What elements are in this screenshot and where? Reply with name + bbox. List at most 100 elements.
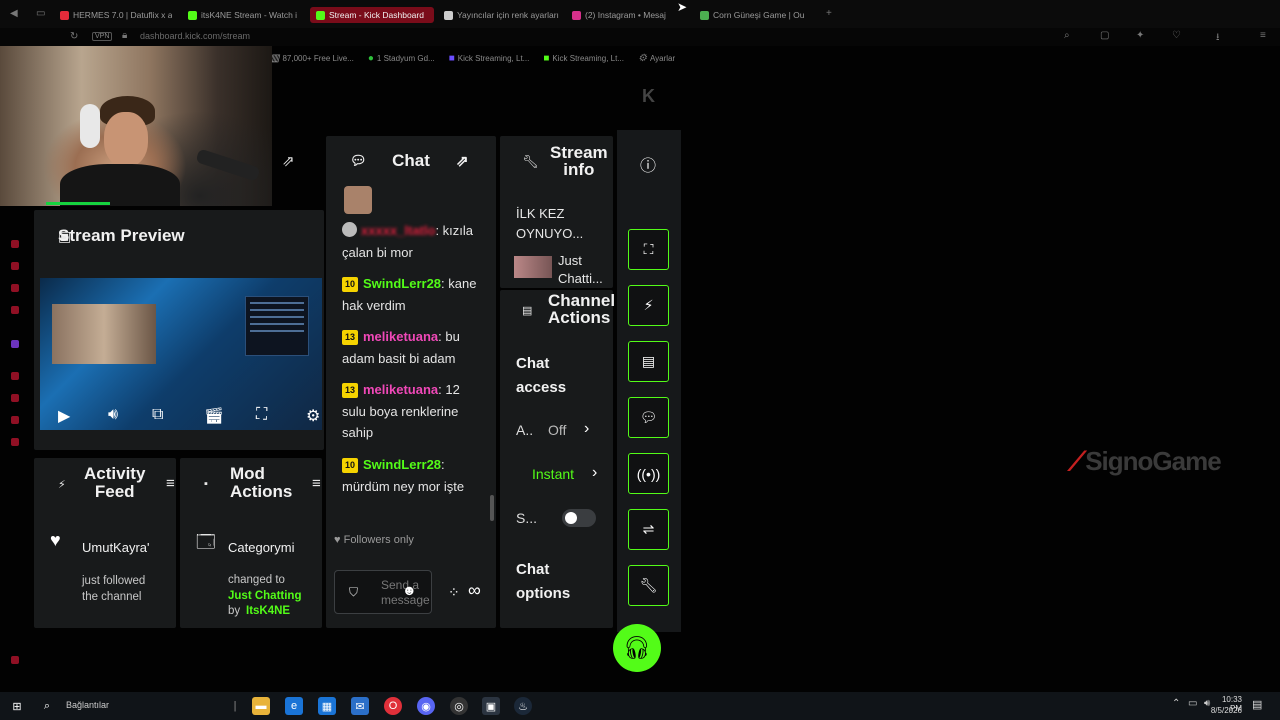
bookmark-item[interactable]: ■ Kick Streaming, Lt...	[449, 50, 530, 66]
browser-sidebar	[0, 200, 30, 680]
mail-icon[interactable]: ✉	[351, 697, 369, 715]
store-icon[interactable]: ▦	[318, 697, 336, 715]
chat-emote	[344, 186, 372, 214]
tab-color-settings[interactable]: Yayıncılar için renk ayarları	[444, 7, 562, 23]
chevron-right-icon[interactable]: ›	[584, 420, 589, 438]
taskbar-search-text[interactable]: Bağlantılar	[66, 700, 109, 710]
screenshot-action-button[interactable]: ⛶	[628, 229, 669, 270]
bookmark-item[interactable]: ● 1 Stadyum Gd...	[368, 50, 435, 66]
title-line: Activity	[84, 464, 146, 483]
chat-username[interactable]: meliketuana	[363, 329, 438, 344]
bookmark-item[interactable]: ⚙ Ayarlar	[638, 50, 675, 66]
user-points-icon[interactable]: ⁘	[448, 584, 460, 601]
opera-icon[interactable]: O	[384, 697, 402, 715]
app-icon[interactable]: ▣	[482, 697, 500, 715]
popout-icon[interactable]: ⇗	[282, 152, 295, 170]
steam-icon[interactable]: ♨	[514, 697, 532, 715]
watermark: ⟋SignoGame	[1068, 446, 1222, 478]
obs-icon[interactable]: ◎	[450, 697, 468, 715]
sidebar-app-icon[interactable]	[11, 262, 19, 270]
notes-action-button[interactable]: ▤	[628, 341, 669, 382]
windows-start-icon[interactable]: ⊞	[8, 697, 26, 715]
notifications-icon[interactable]: ▤	[1252, 698, 1262, 711]
channel-actions-icon: ▤	[522, 305, 533, 317]
twitch-icon[interactable]	[11, 340, 19, 348]
network-icon[interactable]: ▭	[1188, 698, 1197, 709]
settings-action-button[interactable]: 🔧︎	[628, 565, 669, 606]
sidebar-app-icon[interactable]	[11, 306, 19, 314]
reload-icon[interactable]: ↻	[70, 31, 78, 42]
chat-username[interactable]: SwindLerr28	[363, 457, 441, 472]
slow-mode-value[interactable]: Instant	[532, 466, 574, 482]
extension-icon[interactable]: ✦	[1136, 30, 1144, 41]
new-tab-icon[interactable]: +	[826, 8, 832, 19]
download-icon[interactable]: ⭳	[1216, 30, 1220, 47]
vpn-badge[interactable]: VPN	[92, 32, 113, 41]
tab-grid-icon[interactable]: ▭	[36, 8, 45, 19]
mod-action-moderator[interactable]: ItsK4NE	[246, 605, 290, 617]
menu-icon[interactable]: ≡	[1260, 30, 1266, 41]
tab-corn-game[interactable]: Corn Güneşi Game | Ou	[700, 7, 812, 23]
edge-icon[interactable]: e	[285, 697, 303, 715]
bookmark-item[interactable]: ▥ 87,000+ Free Live...	[270, 50, 354, 66]
stream-info-title: Stream info	[550, 144, 608, 178]
sidebar-app-icon[interactable]	[11, 372, 19, 380]
chat-scrollbar[interactable]	[490, 495, 494, 521]
url-text[interactable]: dashboard.kick.com/stream	[140, 31, 250, 41]
category-thumbnail	[514, 256, 552, 278]
emoji-icon[interactable]: ☻	[402, 582, 417, 598]
tab-hermes[interactable]: HERMES 7.0 | Datuflix x a	[60, 7, 172, 23]
raid-action-button[interactable]: ⇌	[628, 509, 669, 550]
chat-options-label: Chat options	[516, 561, 571, 602]
tab-label: HERMES 7.0 | Datuflix x a	[73, 10, 172, 20]
lightning-action-button[interactable]: ⚡︎	[628, 285, 669, 326]
support-headset-button[interactable]: 🎧︎	[613, 624, 661, 672]
infinity-icon[interactable]: ∞	[468, 580, 481, 601]
fullscreen-icon[interactable]: ⛶	[256, 406, 267, 424]
screenshot-icon[interactable]: ▢	[1100, 30, 1109, 41]
chat-username[interactable]: xxxxx_ltatlo	[361, 223, 435, 238]
chat-username[interactable]: SwindLerr28	[363, 276, 441, 291]
play-icon[interactable]: ▶	[58, 406, 70, 426]
chat-username[interactable]: meliketuana	[363, 382, 438, 397]
sidebar-app-icon[interactable]	[11, 284, 19, 292]
search-icon[interactable]: ⌕	[38, 697, 56, 715]
discord-icon[interactable]: ◉	[417, 697, 435, 715]
filter-menu-icon[interactable]: ≡	[166, 475, 175, 492]
sidebar-app-icon[interactable]	[11, 240, 19, 248]
file-explorer-icon[interactable]: ▬	[252, 697, 270, 715]
settings-gear-icon[interactable]: ⚙	[306, 406, 320, 426]
tab-instagram[interactable]: (2) Instagram • Mesaj	[572, 7, 676, 23]
bookmark-label: Kick Streaming, Lt...	[552, 53, 624, 63]
task-view-icon[interactable]: |	[226, 697, 244, 715]
chat-input[interactable]: ⛉ Send a message	[334, 570, 432, 614]
filter-menu-icon[interactable]: ≡	[312, 475, 321, 492]
row-value[interactable]: Off	[548, 422, 566, 438]
row-label: A..	[516, 422, 534, 438]
activity-username[interactable]: UmutKayra'	[82, 540, 162, 555]
sidebar-app-icon[interactable]	[11, 416, 19, 424]
chat-action-button[interactable]: 💬︎	[628, 397, 669, 438]
sidebar-app-icon[interactable]	[11, 394, 19, 402]
info-icon[interactable]: ⓘ	[640, 152, 656, 176]
chevron-right-icon[interactable]: ›	[592, 464, 597, 482]
bookmark-item[interactable]: ■ Kick Streaming, Lt...	[543, 50, 624, 66]
heart-icon[interactable]: ♡	[1172, 30, 1181, 41]
zoom-icon[interactable]: ⌕	[1064, 30, 1070, 41]
toggle-switch[interactable]	[562, 509, 596, 527]
pip-icon[interactable]: ⧉	[152, 406, 163, 424]
title-line: Actions	[230, 482, 293, 501]
volume-icon[interactable]: 🔊︎	[108, 406, 118, 424]
stream-preview-video[interactable]: ▶ 🔊︎ ⧉ 🎬︎ ⛶ ⚙	[40, 278, 322, 430]
sidebar-app-icon[interactable]	[11, 656, 19, 664]
sidebar-app-icon[interactable]	[11, 438, 19, 446]
clip-icon[interactable]: 🎬︎	[204, 406, 224, 426]
browser-back-icon[interactable]: ◀	[10, 8, 18, 19]
tab-label: (2) Instagram • Mesaj	[585, 10, 666, 20]
tab-kick-dashboard[interactable]: Stream - Kick Dashboard	[310, 7, 434, 23]
popout-icon[interactable]: ⇗	[456, 152, 469, 170]
clock-date[interactable]: 8/5/2026	[1208, 706, 1242, 715]
broadcast-action-button[interactable]: ((•))	[628, 453, 669, 494]
tray-chevron-icon[interactable]: ⌃	[1172, 698, 1180, 709]
tab-itsk4ne[interactable]: itsK4NE Stream - Watch i	[188, 7, 300, 23]
